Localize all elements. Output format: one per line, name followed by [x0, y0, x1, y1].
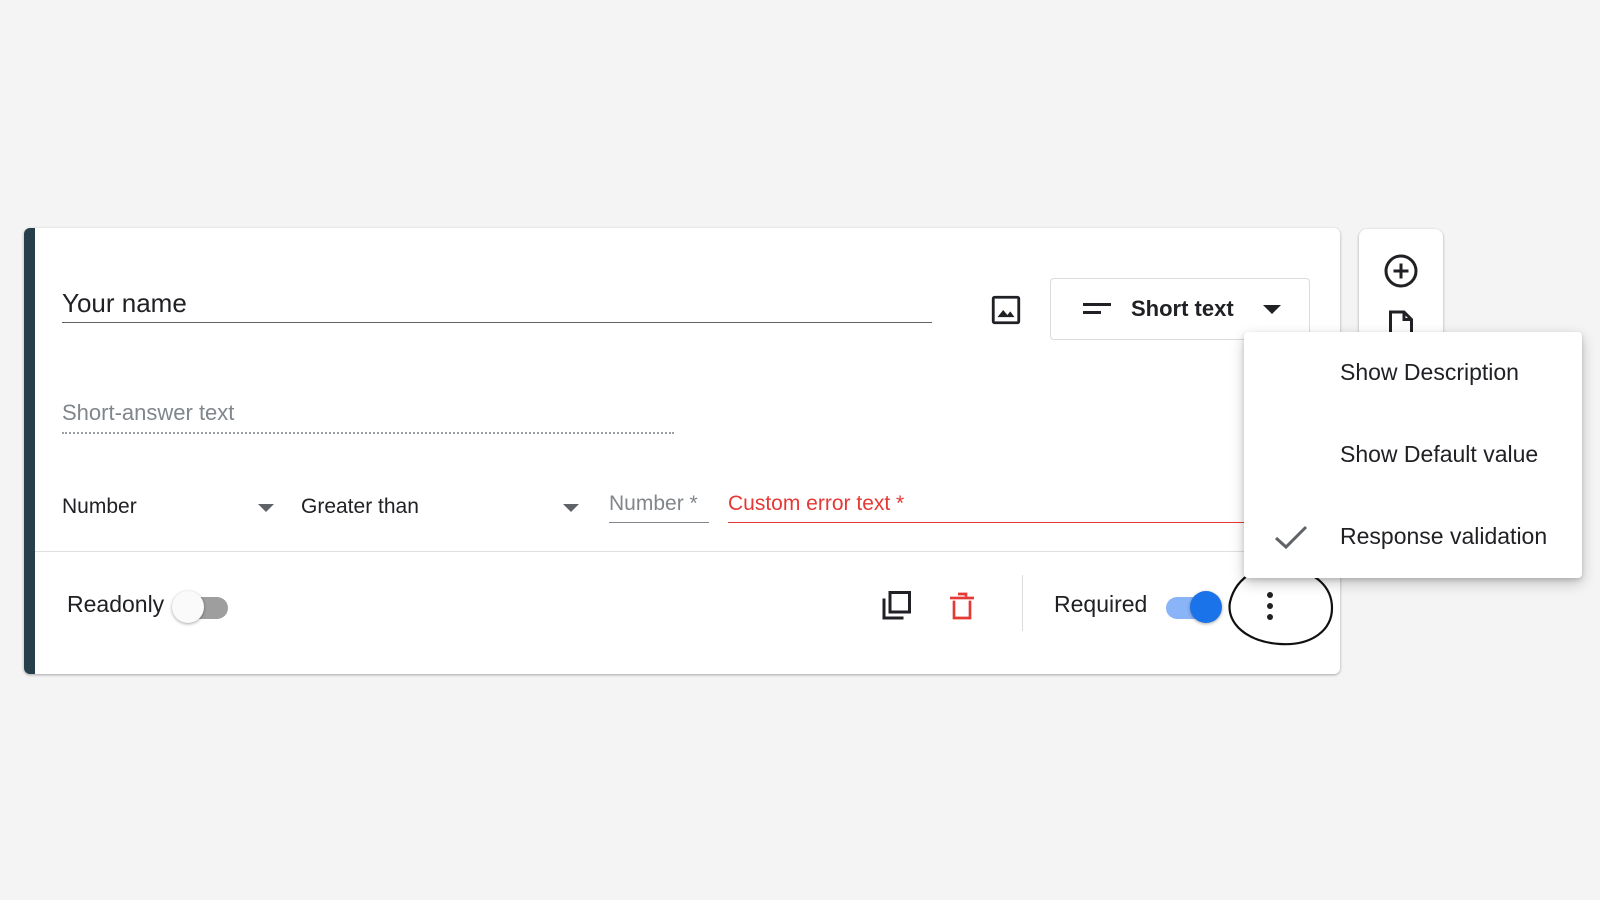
card-accent-bar [24, 228, 35, 674]
menu-item-response-validation[interactable]: Response validation [1244, 496, 1582, 578]
add-circle-icon [1384, 254, 1418, 288]
menu-item-label: Response validation [1340, 523, 1548, 549]
side-toolbar [1359, 229, 1443, 339]
menu-item-label: Show Description [1340, 359, 1519, 385]
menu-item-show-default-value[interactable]: Show Default value [1244, 414, 1582, 496]
required-toggle[interactable] [1162, 588, 1222, 624]
short-answer-placeholder: Short-answer text [62, 398, 674, 434]
chevron-down-icon [563, 504, 579, 512]
image-icon [991, 295, 1021, 325]
delete-button[interactable] [940, 584, 984, 628]
add-question-button[interactable] [1379, 249, 1423, 293]
validation-type-label: Number [62, 495, 137, 518]
check-icon [1274, 525, 1308, 550]
question-type-label: Short text [1131, 296, 1234, 321]
readonly-label: Readonly [67, 591, 165, 617]
validation-operator-label: Greater than [301, 495, 419, 518]
question-type-select[interactable]: Short text [1050, 278, 1310, 340]
required-label: Required [1054, 591, 1148, 617]
footer-divider [35, 551, 1340, 552]
footer-vertical-divider [1022, 575, 1023, 631]
more-options-button[interactable] [1248, 584, 1292, 628]
trash-icon [950, 592, 974, 620]
toggle-thumb [1190, 591, 1222, 623]
more-vert-icon [1267, 592, 1273, 620]
question-title-input[interactable]: Your name [62, 284, 932, 323]
copy-icon [882, 591, 911, 620]
validation-number-input[interactable]: Number * [609, 486, 709, 523]
add-image-button[interactable] [984, 288, 1028, 332]
chevron-down-icon [1263, 305, 1281, 314]
chevron-down-icon [258, 504, 274, 512]
menu-item-show-description[interactable]: Show Description [1244, 332, 1582, 414]
readonly-toggle[interactable] [172, 588, 232, 624]
question-card: Your name Short text Short-answer text N… [24, 228, 1340, 674]
more-options-menu: Show Description Show Default value Resp… [1244, 332, 1582, 578]
validation-type-select[interactable]: Number [62, 490, 284, 524]
short-text-icon [1083, 303, 1111, 314]
validation-operator-select[interactable]: Greater than [301, 490, 593, 524]
toggle-thumb [172, 591, 204, 623]
menu-item-label: Show Default value [1340, 441, 1539, 467]
duplicate-button[interactable] [874, 584, 918, 628]
